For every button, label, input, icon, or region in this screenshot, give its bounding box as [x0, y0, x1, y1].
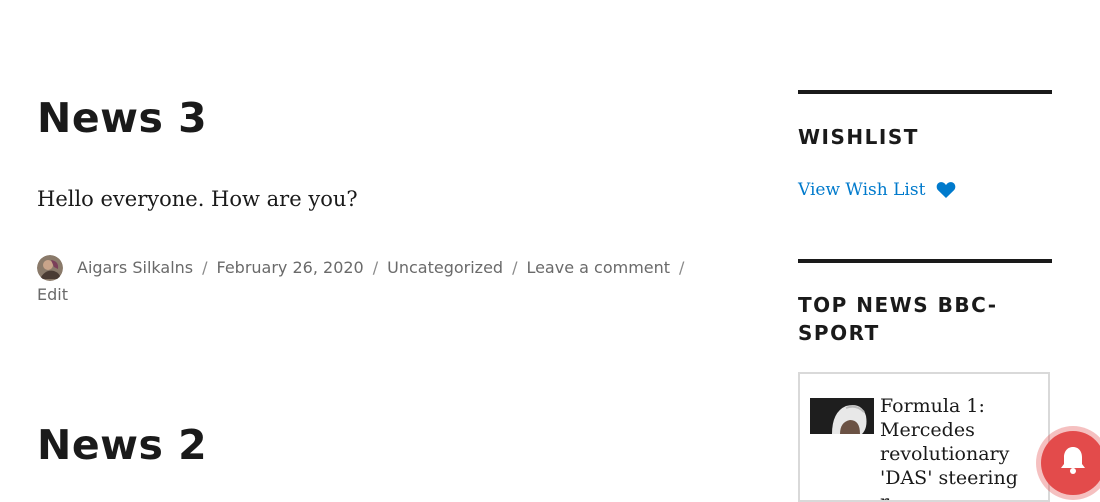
edit-link[interactable]: Edit [37, 285, 68, 304]
wishlist-widget-title: WISHLIST [798, 125, 919, 149]
meta-separator: / [679, 258, 685, 277]
widget-divider [798, 259, 1052, 263]
post-date-link[interactable]: February 26, 2020 [217, 258, 364, 277]
meta-separator: / [512, 258, 518, 277]
widget-divider [798, 90, 1052, 94]
news-feed-box: Formula 1: Mercedes revolutionary 'DAS' … [798, 372, 1050, 502]
post-title[interactable]: News 3 [37, 98, 207, 139]
notification-bell-button[interactable] [1041, 431, 1100, 495]
heart-icon[interactable] [936, 181, 956, 199]
post-content: Hello everyone. How are you? [37, 187, 358, 211]
entry-meta: Aigars Silkalns / February 26, 2020 / Uncate… [37, 254, 737, 308]
news-headline-link[interactable]: Formula 1: Mercedes revolutionary 'DAS' … [880, 394, 1042, 500]
category-link[interactable]: Uncategorized [387, 258, 503, 277]
bbc-sport-widget-title: TOP NEWS BBC-SPORT [798, 293, 998, 345]
news-thumbnail[interactable] [810, 398, 874, 434]
meta-separator: / [372, 258, 379, 277]
view-wishlist-link[interactable]: View Wish List [798, 178, 925, 202]
author-avatar[interactable] [37, 255, 63, 281]
bell-icon [1061, 447, 1085, 474]
comment-link[interactable]: Leave a comment [526, 258, 670, 277]
author-link[interactable]: Aigars Silkalns [77, 258, 193, 277]
meta-separator: / [202, 258, 208, 277]
post-title[interactable]: News 2 [37, 425, 207, 466]
